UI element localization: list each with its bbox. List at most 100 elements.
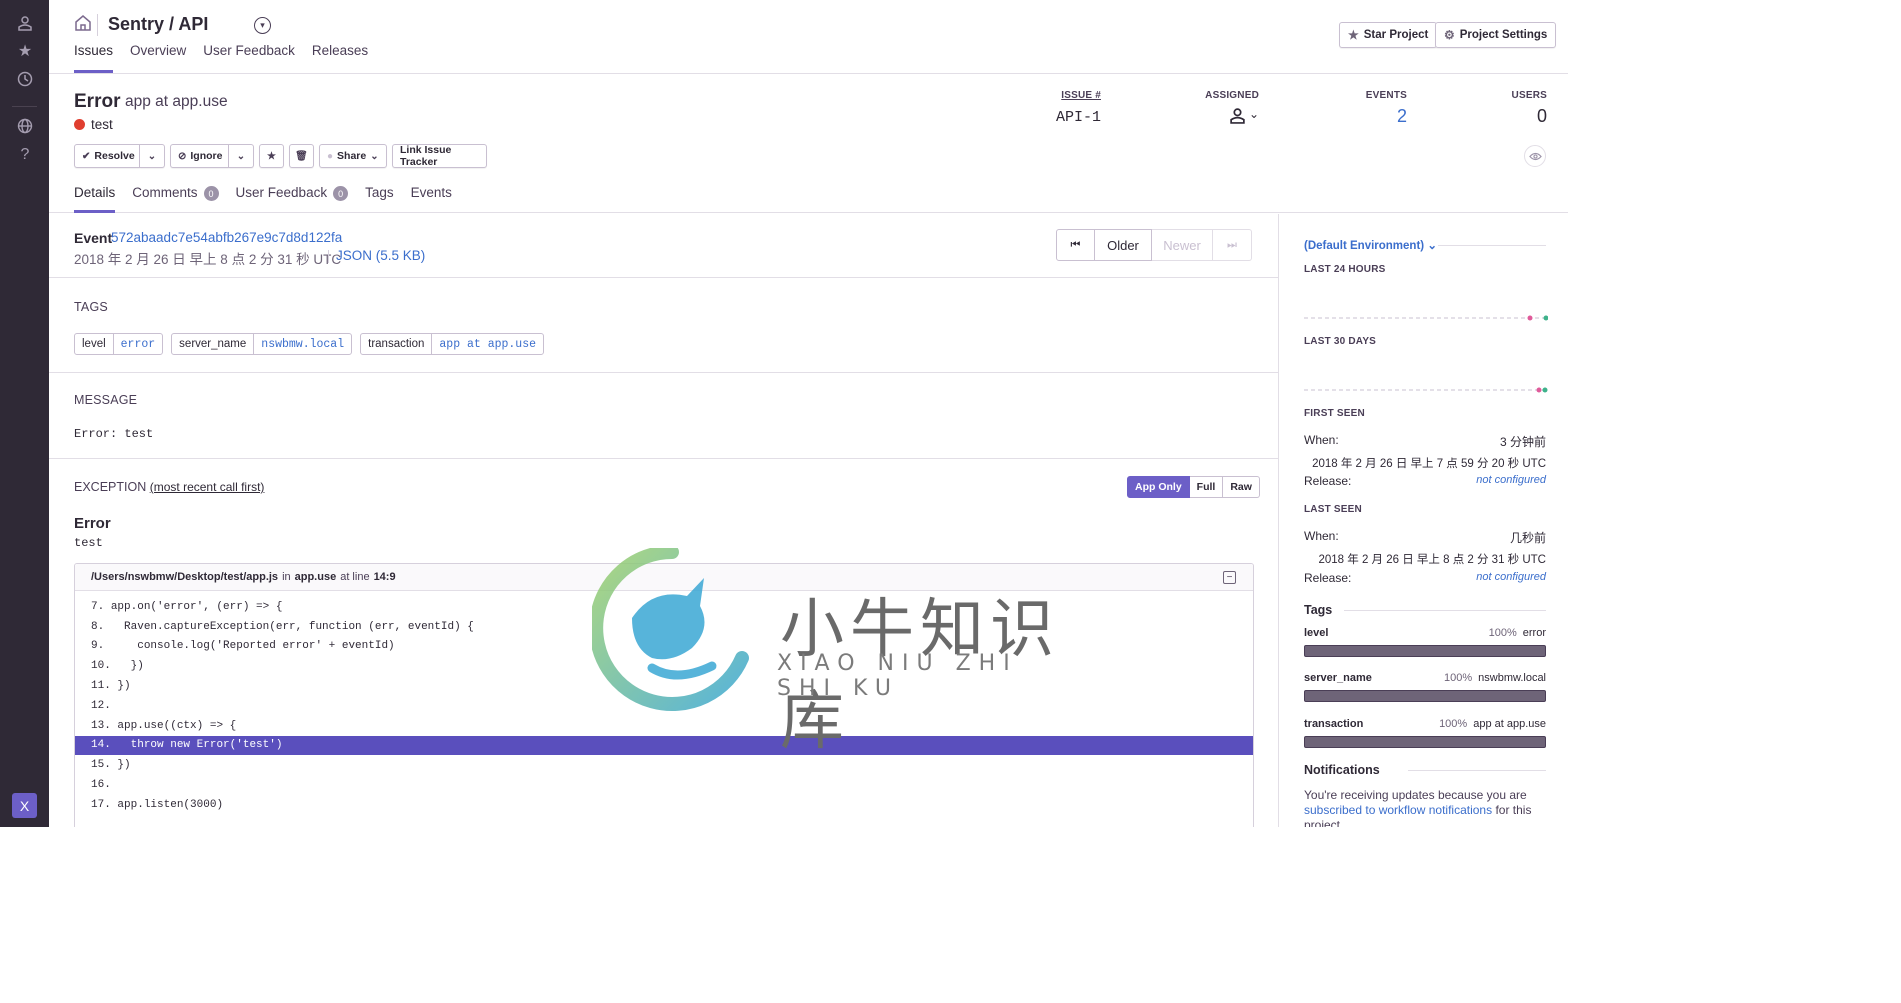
- full-button[interactable]: Full: [1189, 476, 1224, 498]
- code-line: 14. throw new Error('test'): [75, 735, 1253, 756]
- ignore-label: Ignore: [190, 150, 223, 162]
- code-line-number: 17.: [91, 798, 111, 811]
- nav-tab-user-feedback[interactable]: User Feedback: [203, 43, 295, 73]
- first-seen-release-value[interactable]: not configured: [1476, 474, 1546, 488]
- delete-button[interactable]: 🗑: [289, 144, 314, 168]
- tag-level[interactable]: level error: [74, 333, 164, 355]
- last-seen-release-value[interactable]: not configured: [1476, 571, 1546, 585]
- issue-sidebar: (Default Environment) ⌄ LAST 24 HOURS LA…: [1280, 214, 1568, 827]
- share-label: Share: [337, 150, 367, 162]
- raw-button[interactable]: Raw: [1223, 476, 1260, 498]
- tag-stat-percent: 100%: [1488, 627, 1517, 639]
- stack-frame-header[interactable]: /Users/nswbmw/Desktop/test/app.js in app…: [75, 564, 1253, 591]
- org-avatar[interactable]: X: [12, 793, 37, 818]
- last-seen-release: Release: not configured: [1304, 571, 1546, 585]
- last-30-days-sparkline: [1304, 387, 1548, 393]
- tag-stat-server-name[interactable]: server_name 100% nswbmw.local: [1304, 672, 1546, 702]
- exception-order-note[interactable]: (most recent call first): [150, 480, 265, 494]
- link-issue-tracker-button[interactable]: Link Issue Tracker: [392, 144, 487, 168]
- tab-user-feedback[interactable]: User Feedback 0: [236, 185, 349, 213]
- tags-divider: [1344, 610, 1546, 611]
- nav-tab-releases[interactable]: Releases: [312, 43, 368, 73]
- project-settings-button[interactable]: ⚙ Project Settings: [1435, 22, 1557, 48]
- tag-key: transaction: [361, 334, 433, 354]
- oldest-event-button[interactable]: ⏮: [1056, 229, 1095, 261]
- issue-actions: ✔ Resolve ⌄ ⊘ Ignore ⌄ ★ 🗑 ● Share ⌄ Lin…: [74, 144, 487, 168]
- first-seen-date: 2018 年 2 月 26 日 早上 7 点 59 分 20 秒 UTC: [1312, 458, 1546, 470]
- watch-button[interactable]: [1524, 145, 1546, 167]
- code-line: 12.: [75, 696, 1253, 716]
- tag-stat-level[interactable]: level 100% error: [1304, 627, 1546, 657]
- events-label: EVENTS: [1365, 90, 1407, 101]
- tag-transaction[interactable]: transaction app at app.use: [360, 333, 545, 355]
- message-text: Error: test: [74, 427, 154, 441]
- tab-details-label: Details: [74, 185, 116, 200]
- events-count[interactable]: 2: [1349, 106, 1407, 127]
- tags-list: level error server_name nswbmw.local trans…: [74, 333, 545, 355]
- ignore-dropdown-button[interactable]: ⌄: [229, 144, 254, 168]
- chevron-down-icon[interactable]: ▾: [254, 17, 271, 34]
- last-seen-when: When: 几秒前: [1304, 529, 1546, 546]
- event-pager: ⏮ Older Newer ⏭: [1056, 229, 1252, 261]
- environment-selector[interactable]: (Default Environment) ⌄: [1304, 238, 1437, 252]
- issue-tabs: Details Comments 0 User Feedback 0 Tags Ev…: [74, 185, 452, 213]
- tag-stat-bar[interactable]: [1304, 690, 1546, 702]
- star-icon[interactable]: ★: [15, 41, 35, 61]
- nav-tab-issues[interactable]: Issues: [74, 43, 114, 73]
- resolve-group: ✔ Resolve ⌄: [74, 144, 165, 168]
- header-divider: [97, 14, 98, 36]
- tab-comments[interactable]: Comments 0: [132, 185, 219, 213]
- tag-value[interactable]: nswbmw.local: [254, 334, 351, 354]
- home-icon[interactable]: [74, 14, 92, 32]
- tag-server-name[interactable]: server_name nswbmw.local: [171, 333, 353, 355]
- tag-stat-name: server_name: [1304, 672, 1372, 684]
- message-section: [49, 373, 1278, 459]
- tag-stat-bar[interactable]: [1304, 736, 1546, 748]
- project-title[interactable]: Sentry / API: [108, 14, 208, 35]
- globe-icon[interactable]: [15, 116, 35, 136]
- stacktrace-view-toggle: App Only Full Raw: [1127, 476, 1260, 498]
- assignee-selector[interactable]: ⌄: [1201, 107, 1259, 124]
- bookmark-button[interactable]: ★: [259, 144, 284, 168]
- tag-stat-value: nswbmw.local: [1478, 672, 1546, 684]
- activity-icon[interactable]: [15, 69, 35, 89]
- nav-tab-overview[interactable]: Overview: [130, 43, 186, 73]
- resolve-button[interactable]: ✔ Resolve: [74, 144, 140, 168]
- last-page-icon: ⏭: [1227, 238, 1237, 251]
- notifications-divider: [1408, 770, 1546, 771]
- help-icon[interactable]: ?: [15, 145, 35, 165]
- newer-event-button[interactable]: Newer: [1152, 229, 1213, 261]
- last-30-days-label: LAST 30 DAYS: [1304, 336, 1377, 347]
- tag-value[interactable]: error: [114, 334, 163, 354]
- app-only-button[interactable]: App Only: [1127, 476, 1190, 498]
- collapse-icon[interactable]: −: [1223, 571, 1236, 584]
- resolve-dropdown-button[interactable]: ⌄: [140, 144, 165, 168]
- tab-tags[interactable]: Tags: [365, 185, 394, 213]
- tag-stat-transaction[interactable]: transaction 100% app at app.use: [1304, 718, 1546, 748]
- workflow-notifications-link[interactable]: subscribed to workflow notifications: [1304, 803, 1492, 817]
- first-seen-when: When: 3 分钟前: [1304, 433, 1546, 450]
- older-event-button[interactable]: Older: [1095, 229, 1152, 261]
- code-line-number: 7.: [91, 600, 105, 613]
- tab-details[interactable]: Details: [74, 185, 116, 213]
- tab-user-feedback-label: User Feedback: [235, 185, 328, 200]
- tab-events[interactable]: Events: [411, 185, 452, 213]
- stack-frame: /Users/nswbmw/Desktop/test/app.js in app…: [74, 563, 1254, 827]
- tag-stat-bar[interactable]: [1304, 645, 1546, 657]
- share-button[interactable]: ● Share ⌄: [319, 144, 387, 168]
- ignore-button[interactable]: ⊘ Ignore: [170, 144, 229, 168]
- user-icon[interactable]: [15, 13, 35, 33]
- users-count: 0: [1536, 106, 1547, 126]
- code-line-number: 9.: [91, 640, 105, 653]
- tag-stat-percent: 100%: [1439, 718, 1468, 730]
- first-seen-release-label: Release:: [1304, 474, 1352, 488]
- event-json-link[interactable]: JSON (5.5 KB): [336, 248, 425, 263]
- event-summary: Event 572abaadc7e54abfb267e9c7d8d122fa 2…: [49, 214, 1278, 278]
- rail-divider: [12, 106, 37, 107]
- event-id-link[interactable]: 572abaadc7e54abfb267e9c7d8d122fa: [111, 230, 342, 245]
- newest-event-button[interactable]: ⏭: [1213, 229, 1252, 261]
- environment-label: (Default Environment): [1304, 240, 1425, 252]
- tag-value[interactable]: app at app.use: [432, 334, 543, 354]
- frame-function: app.use: [294, 571, 337, 583]
- star-project-button[interactable]: ★ Star Project: [1339, 22, 1438, 48]
